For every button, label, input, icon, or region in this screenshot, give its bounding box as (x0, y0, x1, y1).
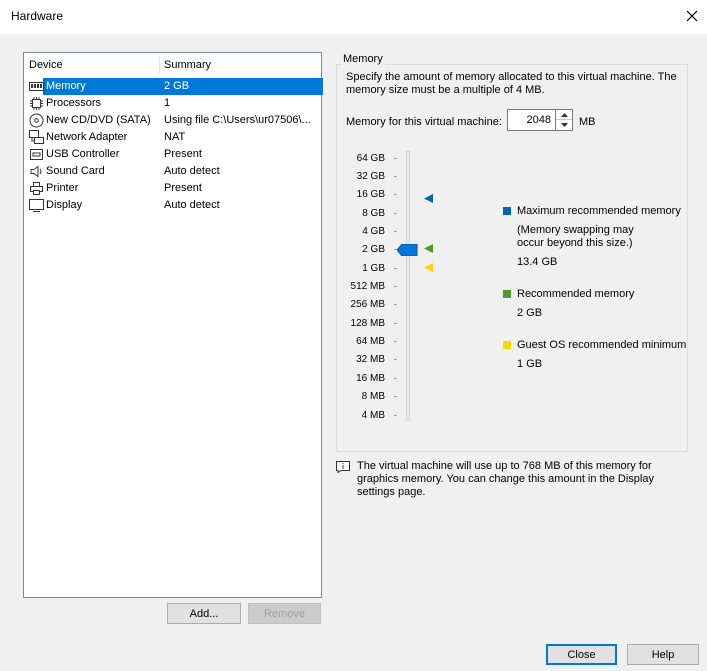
scale-tick-label: 8 GB (362, 208, 385, 219)
memory-description: Specify the amount of memory allocated t… (346, 71, 677, 96)
max-recommended-marker-icon (424, 194, 433, 203)
scale-tick-label: 32 MB (356, 354, 385, 365)
memory-slider-thumb[interactable] (397, 244, 418, 256)
device-row-printer[interactable]: Printer Present (27, 180, 321, 197)
spin-up-icon[interactable] (556, 110, 572, 120)
scale-tick-label: 128 MB (350, 318, 385, 329)
scale-tick-label: 64 GB (356, 153, 385, 164)
recommended-label: Recommended memory (517, 288, 635, 300)
device-name: Display (46, 199, 83, 211)
device-summary: Auto detect (164, 165, 220, 177)
guest-min-marker-icon (424, 263, 433, 272)
scale-tick-label: 64 MB (356, 336, 385, 347)
device-name: Printer (46, 182, 79, 194)
max-recommended-swatch (503, 207, 511, 215)
spin-down-icon[interactable] (556, 120, 572, 130)
cd-dvd-icon (29, 113, 44, 128)
scale-tick-label: 2 GB (362, 244, 385, 255)
device-name: Network Adapter (46, 131, 128, 143)
scale-tick-label: 4 MB (361, 410, 385, 421)
max-recommended-value: 13.4 GB (517, 256, 558, 268)
title-bar: Hardware (0, 0, 707, 34)
usb-icon (30, 149, 43, 160)
device-row-memory[interactable]: Memory 2 GB (27, 78, 323, 95)
close-icon[interactable] (680, 5, 704, 27)
scale-tick-label: 16 MB (356, 373, 385, 384)
monitor-icon (29, 199, 44, 212)
memory-group-label: Memory (341, 53, 385, 65)
recommended-swatch (503, 290, 511, 298)
device-summary: NAT (164, 131, 186, 143)
memory-slider-track[interactable] (406, 151, 410, 421)
device-name: New CD/DVD (SATA) (46, 114, 151, 126)
recommended-value: 2 GB (517, 307, 543, 319)
device-name: Memory (46, 80, 86, 92)
close-button[interactable]: Close (546, 644, 617, 665)
add-device-button[interactable]: Add... (167, 603, 241, 624)
scale-tick-label: 8 MB (361, 391, 385, 402)
memory-unit-label: MB (579, 116, 596, 128)
device-summary: 1 (164, 97, 171, 109)
processor-icon (30, 97, 43, 110)
max-recommended-label: Maximum recommended memory (517, 205, 681, 217)
memory-icon (29, 82, 44, 91)
scale-tick-label: 4 GB (362, 226, 385, 237)
scale-tick-label: 256 MB (350, 299, 385, 310)
column-header-summary[interactable]: Summary (164, 59, 211, 71)
list-header: Device Summary (24, 53, 321, 77)
printer-icon (30, 182, 43, 195)
speaker-icon (30, 165, 42, 178)
scale-tick-label: 32 GB (356, 171, 385, 182)
guest-min-label: Guest OS recommended minimum (517, 339, 687, 351)
device-name: Processors (46, 97, 102, 109)
device-row-processors[interactable]: Processors 1 (27, 95, 321, 112)
memory-size-input[interactable] (507, 109, 556, 131)
max-recommended-note: (Memory swapping may occur beyond this s… (517, 224, 634, 249)
device-summary: Auto detect (164, 199, 220, 211)
remove-device-button[interactable]: Remove (248, 603, 321, 624)
scale-tick-label: 512 MB (350, 281, 385, 292)
window-title: Hardware (11, 9, 64, 23)
help-button[interactable]: Help (627, 644, 699, 665)
device-summary: 2 GB (164, 80, 190, 92)
column-header-device[interactable]: Device (29, 59, 63, 71)
device-row-network-adapter[interactable]: Network Adapter NAT (27, 129, 321, 146)
device-summary: Present (164, 148, 202, 160)
memory-spinner[interactable] (556, 109, 573, 131)
device-list[interactable]: Device Summary Memory 2 GB Processors 1 … (23, 52, 323, 598)
device-summary: Present (164, 182, 202, 194)
device-name: USB Controller (46, 148, 120, 160)
guest-min-value: 1 GB (517, 358, 543, 370)
device-name: Sound Card (46, 165, 105, 177)
device-row-display[interactable]: Display Auto detect (27, 197, 321, 214)
graphics-memory-info: The virtual machine will use up to 768 M… (357, 460, 654, 498)
network-adapter-icon (29, 130, 44, 144)
device-summary: Using file C:\Users\ur07506\... (164, 114, 311, 126)
recommended-marker-icon (424, 244, 433, 253)
scale-tick-label: 16 GB (356, 189, 385, 200)
memory-field-label: Memory for this virtual machine: (346, 116, 502, 128)
scale-tick-label: 1 GB (362, 263, 385, 274)
device-row-sound-card[interactable]: Sound Card Auto detect (27, 163, 321, 180)
device-row-usb-controller[interactable]: USB Controller Present (27, 146, 321, 163)
guest-min-swatch (503, 341, 511, 349)
device-row-cd-dvd[interactable]: New CD/DVD (SATA) Using file C:\Users\ur… (27, 112, 321, 129)
info-icon (336, 461, 350, 473)
